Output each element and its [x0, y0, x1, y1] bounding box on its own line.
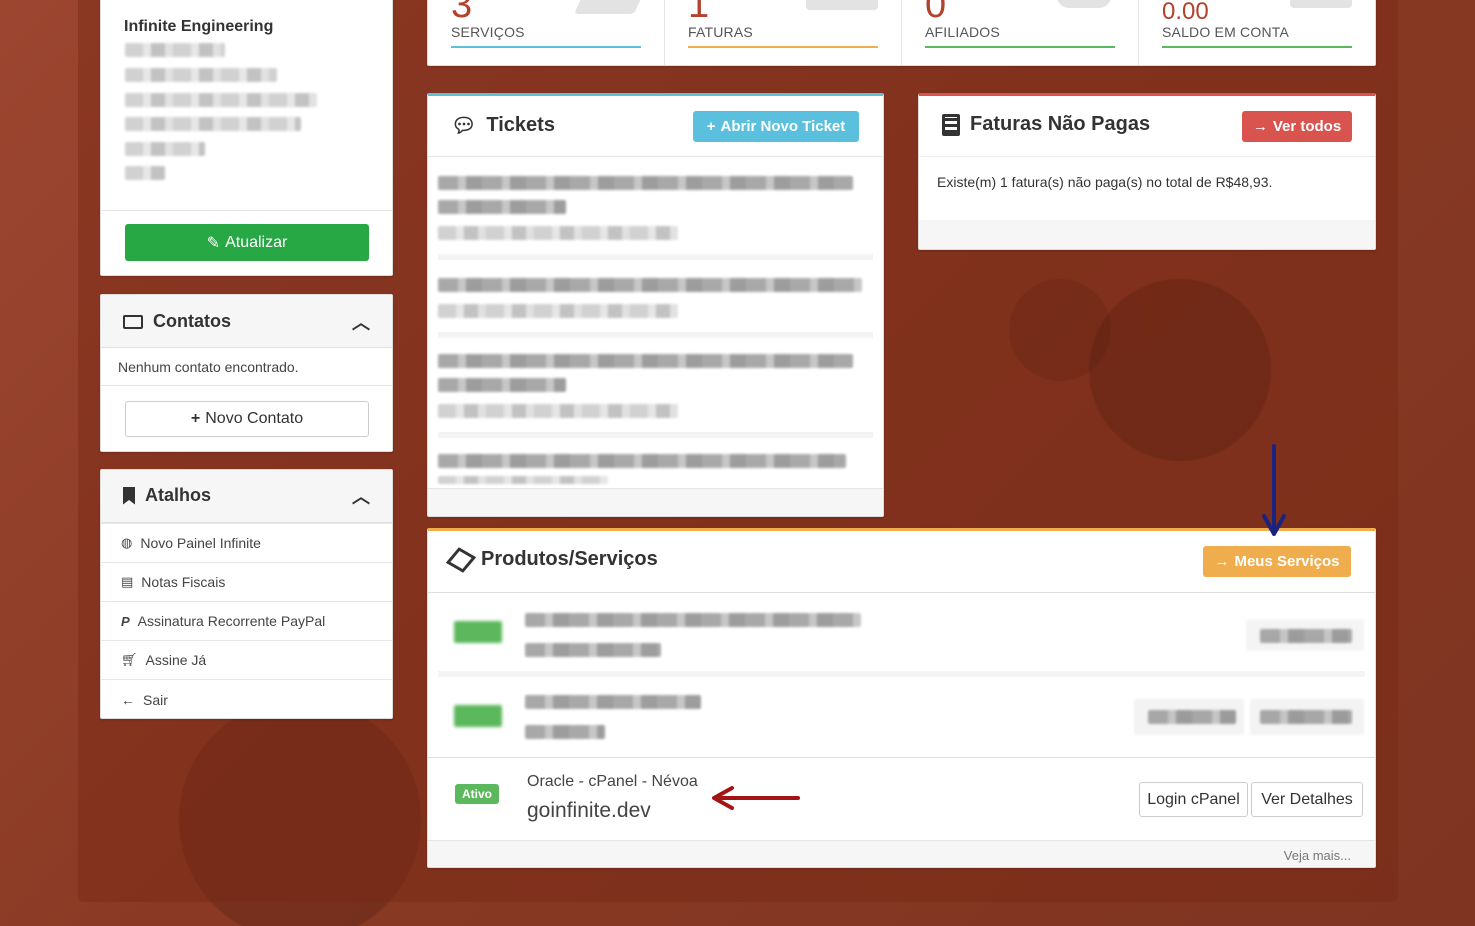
stat-label: SERVIÇOS — [451, 24, 525, 40]
wallet-icon — [1290, 0, 1352, 8]
plus-icon: + — [190, 410, 201, 427]
cube-icon — [445, 546, 477, 573]
shortcut-item[interactable]: ← Sair — [101, 679, 392, 718]
ticket-item[interactable] — [428, 338, 883, 433]
stat-invoices[interactable]: 1 FATURAS — [688, 0, 888, 65]
shortcut-item[interactable]: ▤ Notas Fiscais — [101, 562, 392, 601]
update-button-label: Atualizar — [225, 233, 288, 251]
contacts-panel: Contatos ︿ Nenhum contato encontrado. + … — [100, 294, 393, 452]
shortcut-item[interactable]: 🛒︎ Assine Já — [101, 640, 392, 679]
service-domain: goinfinite.dev — [527, 799, 651, 822]
pencil-icon: ✎ — [206, 234, 221, 252]
open-ticket-button[interactable]: + Abrir Novo Ticket — [693, 111, 859, 142]
stat-label: FATURAS — [688, 24, 753, 40]
stat-underline — [1162, 46, 1352, 48]
box-icon — [573, 0, 645, 14]
stat-label: AFILIADOS — [925, 24, 1000, 40]
shortcuts-panel: Atalhos ︿ ◍ Novo Painel Infinite ▤ Notas… — [100, 469, 393, 719]
login-cpanel-button[interactable]: Login cPanel — [1139, 782, 1248, 817]
products-title: Produtos/Serviços — [445, 546, 658, 573]
invoices-title: Faturas Não Pagas — [942, 113, 1150, 136]
service-name: Oracle - cPanel - Névoa — [527, 773, 698, 790]
products-services-panel: Produtos/Serviços → Meus Serviços Ativo … — [427, 528, 1376, 868]
my-services-button[interactable]: → Meus Serviços — [1203, 546, 1351, 577]
comments-icon: 💬︎ — [451, 115, 477, 137]
stat-affiliates[interactable]: 0 AFILIADOS — [925, 0, 1125, 65]
shortcut-item[interactable]: P Assinatura Recorrente PayPal — [101, 601, 392, 640]
contacts-empty-text: Nenhum contato encontrado. — [118, 359, 299, 375]
see-more-link[interactable]: Veja mais... — [1284, 848, 1351, 863]
cart-icon — [1057, 0, 1111, 8]
ticket-item[interactable] — [428, 158, 883, 253]
status-badge: Ativo — [455, 784, 499, 804]
arrow-right-icon: → — [1214, 553, 1230, 570]
view-all-invoices-button[interactable]: → Ver todos — [1242, 111, 1352, 142]
new-contact-button[interactable]: + Novo Contato — [125, 401, 369, 437]
folder-icon — [123, 314, 143, 329]
stat-value: 0 — [925, 0, 947, 26]
stat-underline — [925, 46, 1115, 48]
stat-value: 0.00 — [1162, 0, 1209, 25]
ticket-item[interactable] — [428, 438, 883, 488]
shortcuts-title: Atalhos — [123, 485, 211, 506]
unpaid-invoices-panel: Faturas Não Pagas → Ver todos Existe(m) … — [918, 93, 1376, 250]
view-details-button[interactable]: Ver Detalhes — [1251, 782, 1363, 817]
globe-icon: ◍ — [121, 535, 133, 550]
arrow-left-icon: ← — [121, 691, 135, 708]
invoice-icon — [806, 0, 878, 10]
company-name: Infinite Engineering — [124, 18, 274, 35]
update-button[interactable]: ✎ Atualizar — [125, 224, 369, 261]
cart-icon: 🛒︎ — [121, 652, 138, 667]
profile-panel: Infinite Engineering ✎ Atualizar — [100, 0, 393, 276]
stat-underline — [688, 46, 878, 48]
receipt-icon: ▤ — [121, 574, 134, 589]
paypal-icon: P — [121, 613, 130, 629]
service-row-active[interactable]: Ativo Oracle - cPanel - Névoa goinfinite… — [428, 758, 1375, 840]
collapse-chevron-icon[interactable]: ︿ — [352, 309, 370, 335]
stat-balance[interactable]: 0.00 SALDO EM CONTA — [1162, 0, 1362, 65]
service-row[interactable] — [428, 593, 1375, 671]
stats-bar: 3 SERVIÇOS 1 FATURAS 0 AFILIADOS 0.00 SA… — [427, 0, 1376, 66]
invoices-message: Existe(m) 1 fatura(s) não paga(s) no tot… — [937, 174, 1273, 190]
contacts-title: Contatos — [123, 311, 231, 332]
stat-label: SALDO EM CONTA — [1162, 24, 1290, 40]
stat-value: 3 — [451, 0, 473, 26]
arrow-right-icon: → — [1252, 118, 1268, 135]
collapse-chevron-icon[interactable]: ︿ — [352, 483, 370, 509]
stat-underline — [451, 46, 641, 48]
tickets-title: 💬︎ Tickets — [451, 114, 555, 137]
ticket-item[interactable] — [428, 260, 883, 332]
shortcut-item[interactable]: ◍ Novo Painel Infinite — [101, 523, 392, 562]
stat-services[interactable]: 3 SERVIÇOS — [451, 0, 651, 65]
plus-icon: + — [706, 118, 716, 135]
service-row[interactable] — [428, 677, 1375, 755]
stat-value: 1 — [688, 0, 710, 26]
tickets-panel: 💬︎ Tickets + Abrir Novo Ticket — [427, 93, 884, 517]
bookmark-icon — [123, 486, 135, 505]
calculator-icon — [942, 113, 960, 136]
